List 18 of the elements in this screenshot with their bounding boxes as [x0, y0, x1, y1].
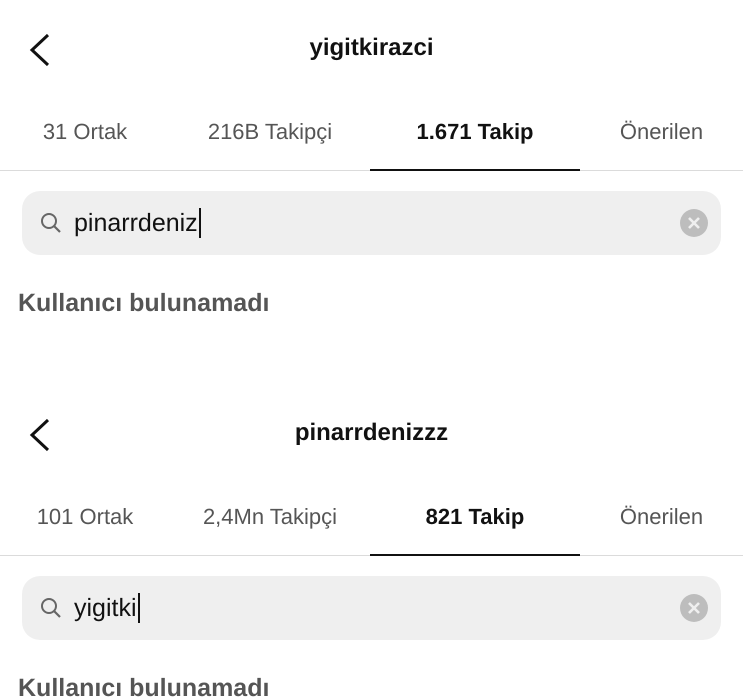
search-field[interactable]: pinarrdeniz — [22, 191, 721, 255]
search-field[interactable]: yigitki — [22, 576, 721, 640]
search-icon — [40, 212, 62, 234]
profile-username: pinarrdenizzz — [294, 418, 448, 446]
tab[interactable]: Önerilen — [580, 480, 743, 556]
tab[interactable]: 821 Takip — [370, 480, 580, 556]
tab[interactable]: 1.671 Takip — [370, 95, 580, 171]
tab[interactable]: 31 Ortak — [0, 95, 170, 171]
tab[interactable]: 216B Takipçi — [170, 95, 370, 171]
no-results-message: Kullanıcı bulunamadı — [18, 289, 270, 318]
tab[interactable]: 101 Ortak — [0, 480, 170, 556]
no-results-message: Kullanıcı bulunamadı — [18, 674, 270, 700]
tab[interactable]: 2,4Mn Takipçi — [170, 480, 370, 556]
tab[interactable]: Önerilen — [580, 95, 743, 171]
profile-username: yigitkirazci — [309, 34, 434, 62]
back-icon[interactable] — [28, 417, 52, 453]
back-icon[interactable] — [28, 32, 52, 68]
search-icon — [40, 597, 62, 619]
